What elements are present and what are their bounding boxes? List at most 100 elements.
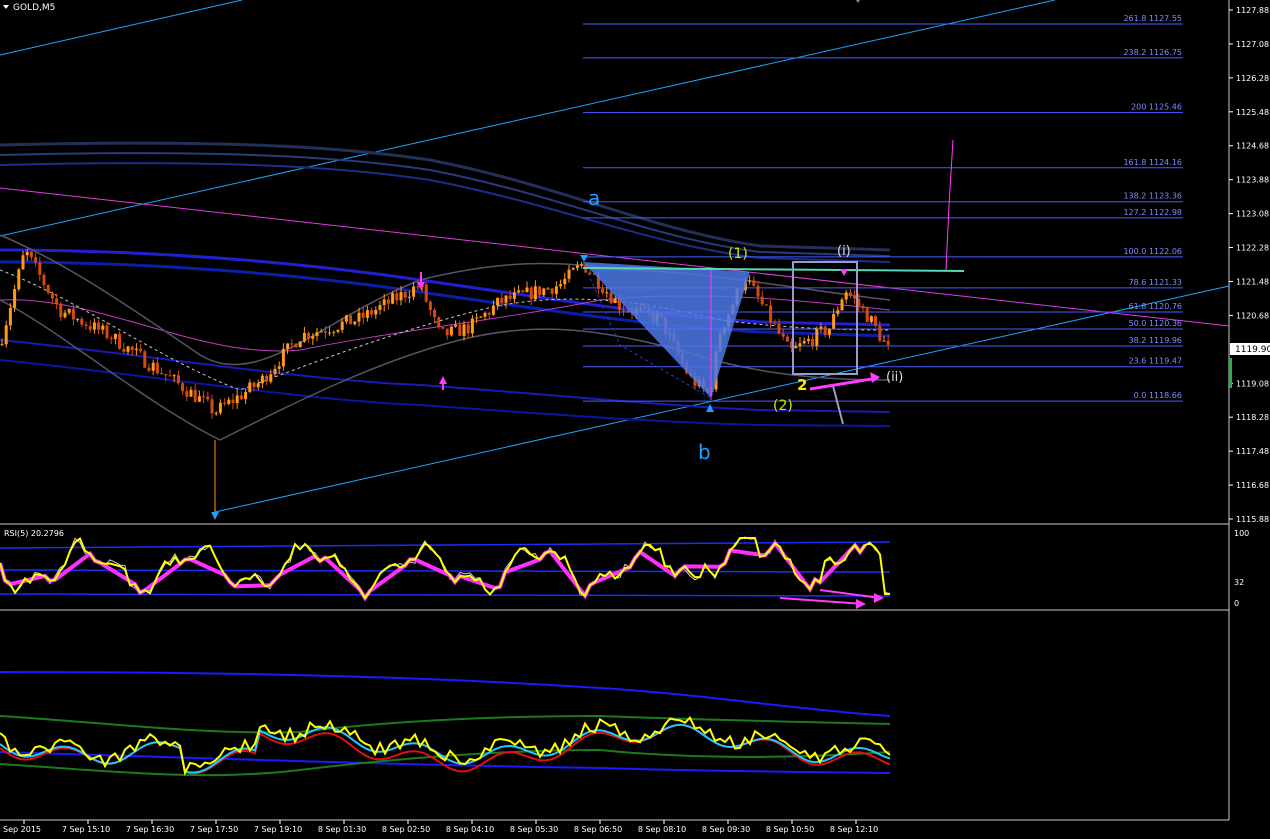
price-tick-label: 1127.88 [1236,6,1269,15]
time-tick-label: Sep 2015 [3,825,41,834]
candle-body [218,402,222,413]
candle-body [147,367,151,371]
fib-level-label: 127.2 1122.98 [1123,208,1182,217]
candle-body [798,343,802,347]
candle-body [853,295,857,299]
candle-body [0,344,4,346]
candle-body [823,326,827,335]
candle-body [277,366,281,369]
candle-body [479,316,483,318]
candle-body [441,327,445,329]
oscillator-pane[interactable] [0,671,891,777]
candle-body [756,285,760,297]
chart-window[interactable]: GOLD,M5 261.8 1127.55 238.2 1126.75 200 11… [0,0,1270,839]
candle-body [38,262,42,275]
candle-body [865,308,869,323]
candle-body [428,301,432,311]
time-tick-label: 8 Sep 05:30 [510,825,558,834]
candle-body [332,331,336,333]
rsi-pane[interactable]: RSI(5) 20.2796 100 32 0 [0,529,1249,609]
candle-body [25,251,29,256]
candle-body [848,292,852,296]
candle-body [176,375,180,384]
candle-body [886,340,890,345]
rsi-label: RSI(5) 20.2796 [4,529,64,538]
candle-body [508,295,512,299]
candle-body [223,402,227,404]
candle-body [193,389,197,402]
candle-body [491,305,495,315]
time-tick-label: 7 Sep 16:30 [126,825,174,834]
candle-body [437,317,441,328]
candle-body [336,329,340,332]
fib-level-label: 138.2 1123.36 [1123,192,1182,201]
candle-body [496,297,500,306]
candle-body [517,290,521,293]
candle-body [529,287,533,300]
candle-body [109,337,113,340]
candle-body [34,257,38,263]
candle-body [235,395,239,404]
candle-body [391,293,395,304]
time-axis[interactable]: Sep 2015 7 Sep 15:10 7 Sep 16:30 7 Sep 17:5… [3,820,878,834]
rsi-divergence-arrow[interactable] [779,589,884,609]
candle-body [353,321,357,325]
fib-level-label: 161.8 1124.16 [1123,158,1182,167]
candle-body [869,316,873,323]
wave-label-i: (i) [837,244,851,259]
fib-level-label: 61.8 1120.76 [1129,302,1182,311]
price-tick-label: 1123.08 [1236,210,1269,219]
candle-body [449,326,453,336]
candle-body [575,265,579,269]
time-tick-label: 8 Sep 01:30 [318,825,366,834]
price-tick-label: 1120.68 [1236,311,1269,320]
price-tick-label: 1115.88 [1236,515,1269,524]
candle-body [811,339,815,346]
fib-level-label: 238.2 1126.75 [1123,48,1182,57]
candle-body [340,321,344,330]
candle-body [361,312,365,318]
main-price-pane[interactable] [0,0,1229,523]
symbol-label: GOLD,M5 [13,3,55,13]
price-axis[interactable]: 1127.88 1127.08 1126.28 1125.48 1124.68 1123.… [1229,6,1269,524]
time-tick-label: 8 Sep 12:10 [830,825,878,834]
candle-body [609,292,613,304]
candle-body [781,333,785,337]
candle-body [206,396,210,400]
candle-body [134,348,138,351]
candle-body [563,278,567,285]
candle-body [67,308,71,313]
candle-body [769,305,773,323]
candle-body [504,295,508,303]
candle-body [172,375,176,377]
current-price-label: 1119.90 [1235,345,1270,355]
price-tick-label: 1124.68 [1236,142,1269,151]
candle-body [882,340,886,342]
candle-body [416,286,420,288]
price-tick-label: 1125.48 [1236,108,1269,117]
candle-body [802,341,806,344]
candle-body [298,341,302,348]
candle-body [483,312,487,317]
price-tick-label: 1123.88 [1236,176,1269,185]
time-tick-label: 8 Sep 02:50 [382,825,430,834]
price-tick-label: 1119.08 [1236,379,1269,388]
candle-body [533,286,537,300]
candle-body [4,325,8,345]
candle-body [210,399,214,414]
candle-body [29,251,33,258]
candle-body [244,391,248,400]
candle-body [290,343,294,345]
candle-body [815,328,819,346]
candle-body [168,375,172,377]
candle-body [265,375,269,382]
candle-body [878,325,882,341]
candle-body [139,348,143,352]
candle-body [542,288,546,296]
candle-body [269,374,273,382]
candle-body [59,303,63,318]
wave-label-2: (2) [773,398,793,414]
time-tick-label: 8 Sep 06:50 [574,825,622,834]
candle-body [214,412,218,414]
price-tick-label: 1121.48 [1236,277,1269,286]
